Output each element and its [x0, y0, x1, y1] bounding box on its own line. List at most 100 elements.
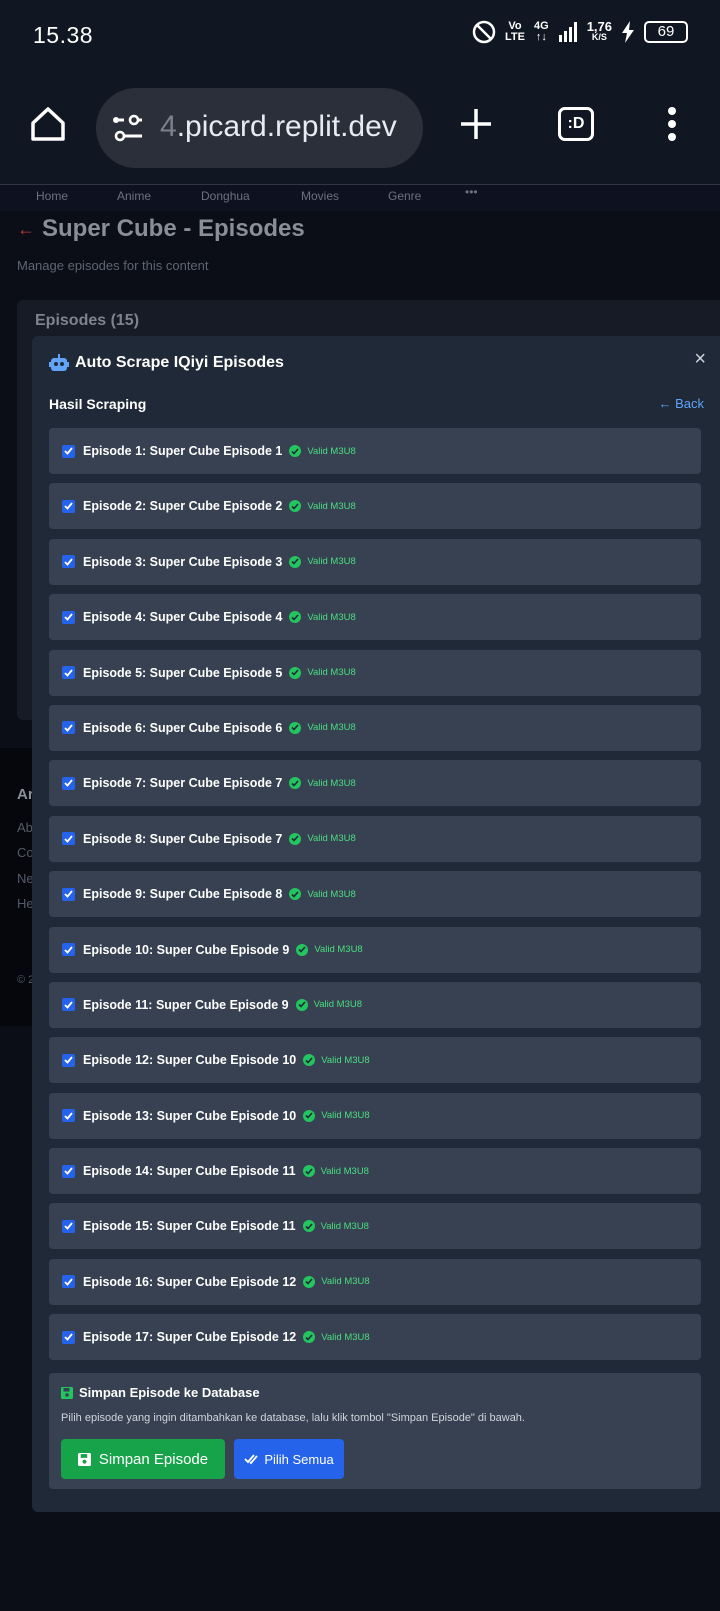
- address-bar[interactable]: 4.picard.replit.dev: [96, 88, 423, 168]
- episode-checkbox[interactable]: [62, 444, 75, 458]
- check-icon: [64, 1167, 73, 1175]
- nav-more[interactable]: •••: [465, 185, 478, 199]
- valid-badge: Valid M3U8: [307, 500, 356, 512]
- episode-checkbox[interactable]: [62, 1053, 75, 1067]
- episode-title: Episode 8: Super Cube Episode 7: [83, 831, 283, 846]
- check-icon: [64, 447, 73, 455]
- episode-checkbox[interactable]: [62, 943, 75, 957]
- back-button[interactable]: ← Back: [658, 396, 704, 411]
- episode-row[interactable]: Episode 8: Super Cube Episode 7 Valid M3U…: [49, 815, 701, 862]
- check-circle-icon: [289, 832, 302, 845]
- episode-row[interactable]: Episode 10: Super Cube Episode 9 Valid M3…: [49, 926, 701, 973]
- check-circle-icon: [296, 943, 309, 956]
- episode-row[interactable]: Episode 5: Super Cube Episode 5 Valid M3U…: [49, 649, 701, 696]
- episode-title: Episode 6: Super Cube Episode 6: [83, 720, 283, 735]
- episode-row[interactable]: Episode 11: Super Cube Episode 9 Valid M3…: [49, 981, 701, 1028]
- modal-title: Auto Scrape IQiyi Episodes: [75, 354, 284, 371]
- episode-row[interactable]: Episode 17: Super Cube Episode 12 Valid M…: [49, 1314, 701, 1361]
- episode-checkbox[interactable]: [62, 1219, 75, 1233]
- select-all-button[interactable]: Pilih Semua: [234, 1439, 344, 1479]
- nav-donghua[interactable]: Donghua: [201, 189, 250, 203]
- episode-row[interactable]: Episode 7: Super Cube Episode 7 Valid M3U…: [49, 760, 701, 807]
- episode-checkbox[interactable]: [62, 499, 75, 513]
- episode-title: Episode 10: Super Cube Episode 9: [83, 942, 290, 957]
- check-circle-icon: [289, 445, 302, 457]
- episode-title: Episode 15: Super Cube Episode 11: [83, 1219, 296, 1234]
- check-icon: [64, 502, 73, 511]
- network-speed: 1,76 K/S: [586, 19, 612, 42]
- episode-row[interactable]: Episode 16: Super Cube Episode 12 Valid M…: [49, 1258, 701, 1305]
- nav-movies[interactable]: Movies: [301, 189, 339, 203]
- more-vertical-icon: [668, 107, 676, 141]
- episode-row[interactable]: Episode 6: Super Cube Episode 6 Valid M3U…: [49, 704, 701, 751]
- check-icon: [64, 1056, 73, 1065]
- check-icon: [64, 945, 73, 954]
- valid-badge: Valid M3U8: [320, 1220, 369, 1232]
- arrow-left-icon: ←: [658, 396, 672, 411]
- new-tab-button[interactable]: [452, 100, 500, 148]
- episode-checkbox[interactable]: [62, 610, 75, 624]
- nav-home[interactable]: Home: [36, 189, 68, 203]
- check-icon: [64, 613, 73, 622]
- valid-badge: Valid M3U8: [313, 999, 363, 1011]
- episode-checkbox[interactable]: [62, 555, 75, 569]
- episode-row[interactable]: Episode 15: Super Cube Episode 11 Valid M…: [49, 1203, 701, 1250]
- episode-checkbox[interactable]: [62, 721, 75, 735]
- nav-anime[interactable]: Anime: [117, 189, 151, 203]
- episode-row[interactable]: Episode 9: Super Cube Episode 8 Valid M3U…: [49, 871, 701, 918]
- episode-checkbox[interactable]: [62, 887, 75, 901]
- valid-badge: Valid M3U8: [307, 777, 356, 789]
- episode-title: Episode 2: Super Cube Episode 2: [83, 499, 283, 514]
- episode-checkbox[interactable]: [62, 1330, 75, 1344]
- episode-checkbox[interactable]: [62, 1164, 75, 1178]
- episode-checkbox[interactable]: [62, 666, 75, 680]
- episode-row[interactable]: Episode 1: Super Cube Episode 1 Valid M3U…: [49, 428, 701, 474]
- check-icon: [64, 779, 73, 788]
- nav-genre[interactable]: Genre: [388, 189, 421, 203]
- site-settings-icon[interactable]: [112, 112, 144, 144]
- tab-switcher-button[interactable]: :D: [552, 100, 600, 148]
- home-button[interactable]: [24, 100, 72, 148]
- episode-row[interactable]: Episode 4: Super Cube Episode 4 Valid M3U…: [49, 594, 701, 641]
- episode-title: Episode 5: Super Cube Episode 5: [83, 665, 283, 680]
- browser-menu-button[interactable]: [648, 100, 696, 148]
- episode-row[interactable]: Episode 2: Super Cube Episode 2 Valid M3U…: [49, 483, 701, 530]
- valid-badge: Valid M3U8: [307, 611, 356, 623]
- save-disk-icon: [61, 1386, 73, 1399]
- auto-scrape-modal: Auto Scrape IQiyi Episodes × Hasil Scrap…: [32, 336, 720, 1512]
- check-circle-icon: [289, 888, 302, 901]
- check-icon: [64, 1222, 73, 1231]
- episode-list: Episode 1: Super Cube Episode 1 Valid M3U…: [49, 428, 701, 1370]
- episode-title: Episode 7: Super Cube Episode 7: [83, 776, 283, 791]
- episode-checkbox[interactable]: [62, 998, 75, 1012]
- check-icon: [64, 1001, 73, 1009]
- charging-icon: [622, 21, 634, 43]
- episode-checkbox[interactable]: [62, 1275, 75, 1289]
- valid-badge: Valid M3U8: [321, 1054, 370, 1066]
- check-icon: [64, 558, 73, 566]
- footer-link-fragment[interactable]: Ab: [17, 820, 33, 835]
- episode-title: Episode 11: Super Cube Episode 9: [83, 997, 289, 1012]
- check-circle-icon: [302, 1165, 315, 1178]
- episode-row[interactable]: Episode 3: Super Cube Episode 3 Valid M3U…: [49, 538, 701, 585]
- episode-row[interactable]: Episode 12: Super Cube Episode 10 Valid M…: [49, 1037, 701, 1084]
- back-arrow-icon[interactable]: ←: [17, 219, 35, 240]
- episode-checkbox[interactable]: [62, 776, 75, 790]
- battery-level: 69: [644, 21, 688, 43]
- episode-checkbox[interactable]: [62, 832, 75, 846]
- close-button[interactable]: ×: [694, 348, 706, 371]
- check-circle-icon: [289, 611, 302, 624]
- check-icon: [64, 1112, 73, 1120]
- episode-row[interactable]: Episode 14: Super Cube Episode 11 Valid M…: [49, 1148, 701, 1195]
- save-disk-icon: [77, 1452, 91, 1466]
- save-episodes-button[interactable]: Simpan Episode: [61, 1439, 225, 1479]
- episode-row[interactable]: Episode 13: Super Cube Episode 10 Valid M…: [49, 1092, 701, 1139]
- episode-checkbox[interactable]: [62, 1109, 75, 1123]
- check-circle-icon: [289, 555, 302, 568]
- robot-icon: [49, 354, 69, 371]
- episode-title: Episode 1: Super Cube Episode 1: [83, 444, 283, 458]
- valid-badge: Valid M3U8: [307, 556, 356, 568]
- check-icon: [64, 835, 73, 843]
- check-icon: [64, 1333, 73, 1342]
- episode-title: Episode 14: Super Cube Episode 11: [83, 1164, 296, 1179]
